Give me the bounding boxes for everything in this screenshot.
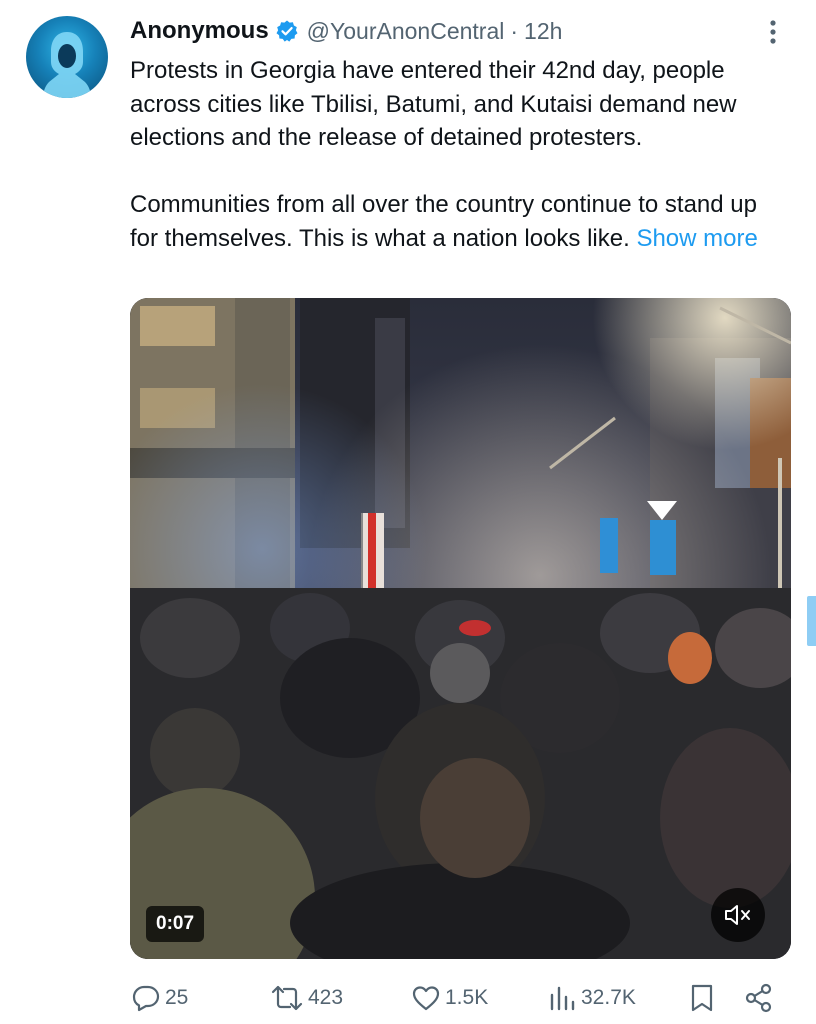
view-count: 32.7K (581, 986, 636, 1009)
hooded-figure-icon (43, 32, 91, 98)
video-player[interactable] (130, 298, 791, 959)
speaker-muted-icon (725, 905, 750, 925)
repost-button[interactable]: 423 (270, 978, 343, 1018)
author-handle[interactable]: @YourAnonCentral (307, 18, 505, 45)
bookmark-icon (691, 984, 713, 1012)
reply-icon (132, 985, 160, 1012)
repost-icon (271, 985, 303, 1011)
separator-dot: · (510, 17, 519, 44)
tweet-header: Anonymous @YourAnonCentral · 12h (130, 14, 562, 48)
share-button[interactable] (744, 978, 778, 1018)
reply-count: 25 (165, 986, 189, 1009)
video-frame (130, 298, 791, 959)
timestamp[interactable]: 12h (524, 18, 562, 45)
views-chart-icon (550, 986, 575, 1011)
reply-button[interactable]: 25 (131, 978, 188, 1018)
more-options-button[interactable] (764, 16, 782, 48)
video-duration: 0:07 (146, 906, 205, 942)
repost-count: 423 (308, 986, 344, 1009)
heart-icon (412, 986, 440, 1011)
bookmark-button[interactable] (688, 978, 720, 1018)
views-button[interactable]: 32.7K (547, 978, 636, 1018)
author-avatar[interactable] (26, 16, 108, 98)
more-vertical-icon (770, 20, 776, 44)
like-count: 1.5K (445, 986, 489, 1009)
author-name[interactable]: Anonymous (130, 17, 269, 45)
tweet-text: Protests in Georgia have entered their 4… (130, 54, 790, 255)
scroll-indicator (807, 596, 816, 646)
verified-badge-icon (275, 19, 299, 43)
tweet-actions-bar: 25 423 1.5K 32.7K (0, 978, 816, 1018)
show-more-link[interactable]: Show more (636, 225, 757, 252)
share-icon (745, 983, 772, 1013)
tweet-text-paragraph-1: Protests in Georgia have entered their 4… (130, 57, 737, 151)
mute-toggle-button[interactable] (711, 888, 765, 942)
like-button[interactable]: 1.5K (411, 978, 488, 1018)
